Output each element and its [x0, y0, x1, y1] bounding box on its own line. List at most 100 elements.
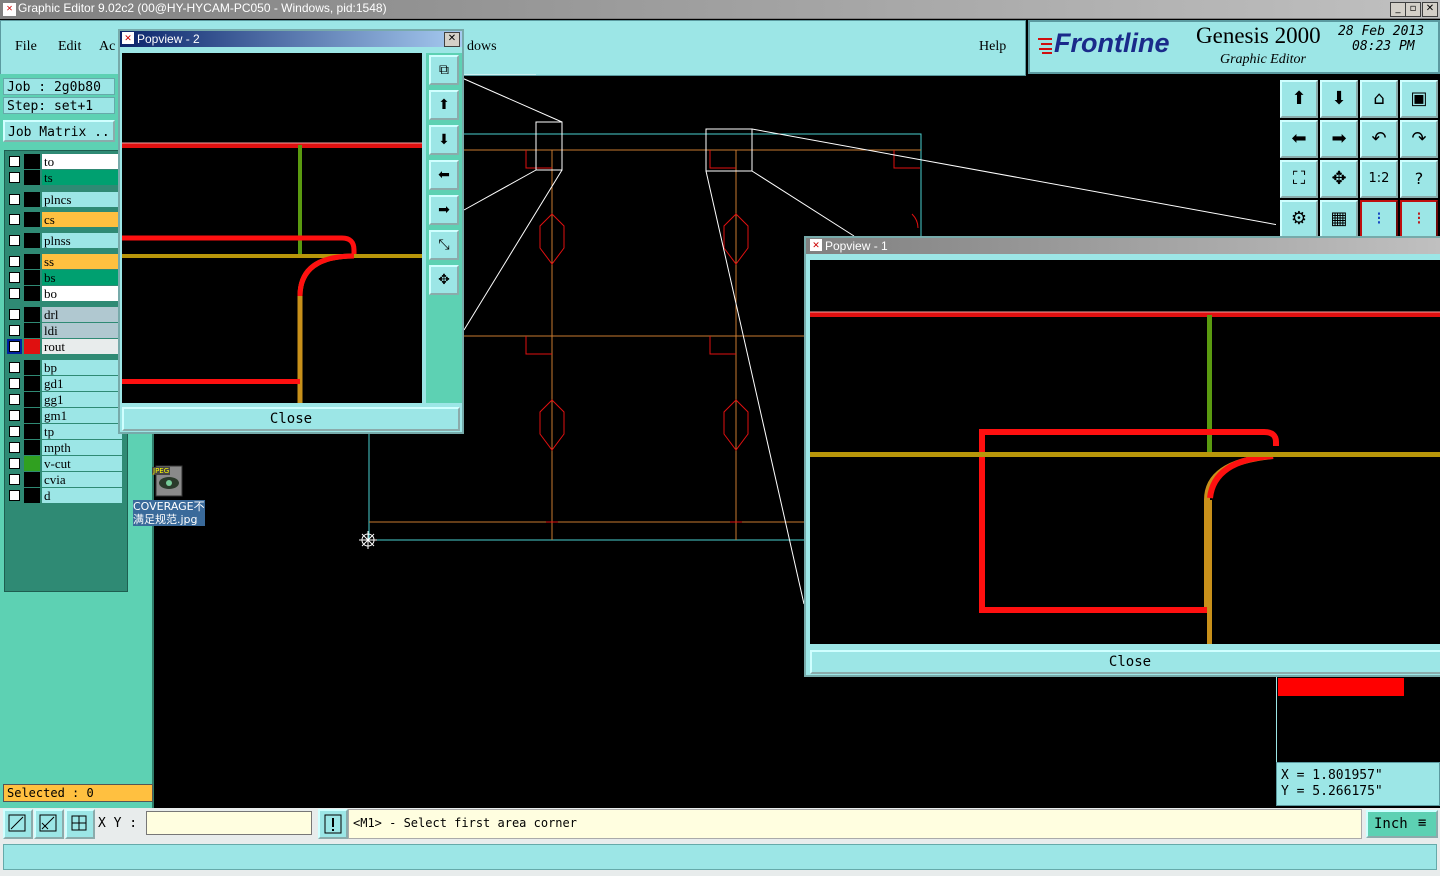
pan-up-button[interactable]: ⬆ — [1280, 80, 1318, 118]
popview-2-pan-right-button[interactable]: ➡ — [429, 195, 459, 225]
layer-affected-indicator[interactable] — [24, 392, 40, 407]
layer-name[interactable]: tp — [42, 424, 122, 439]
popview-1-close-button[interactable]: Close — [810, 650, 1440, 674]
popview-1-titlebar[interactable]: ✕ Popview - 1 — [806, 238, 1440, 254]
home-button[interactable]: ⌂ — [1360, 80, 1398, 118]
measure-button[interactable]: ⚙ — [1280, 200, 1318, 238]
redo-button[interactable]: ↷ — [1400, 120, 1438, 158]
zoom-fit-button[interactable]: ⛶ — [1280, 160, 1318, 198]
layer-row-ss[interactable]: ss — [6, 254, 124, 269]
layer-checkbox[interactable] — [9, 394, 20, 405]
menu-edit[interactable]: Edit — [58, 39, 81, 55]
layer-affected-indicator[interactable] — [24, 360, 40, 375]
layer-affected-indicator[interactable] — [24, 376, 40, 391]
layer-name[interactable]: ldi — [42, 323, 122, 338]
layer-name[interactable]: mpth — [42, 440, 122, 455]
pan-down-button[interactable]: ⬇ — [1320, 80, 1358, 118]
layer-name[interactable]: ss — [42, 254, 122, 269]
zoom-center-button[interactable]: ✥ — [1320, 160, 1358, 198]
layer-name[interactable]: cvia — [42, 472, 122, 487]
layer-checkbox[interactable] — [9, 235, 20, 246]
popview-2-pan-down-button[interactable]: ⬇ — [429, 125, 459, 155]
layer-affected-indicator[interactable] — [24, 286, 40, 301]
layer-affected-indicator[interactable] — [24, 307, 40, 322]
snap-off-button[interactable]: ⁝ — [1400, 200, 1438, 238]
layer-row-cs[interactable]: cs — [6, 212, 124, 227]
menu-help[interactable]: Help — [979, 39, 1006, 55]
layer-name[interactable]: rout — [42, 339, 122, 354]
popview-2-close-button[interactable]: Close — [122, 407, 460, 431]
units-selector[interactable]: Inch ≡ — [1366, 810, 1438, 838]
window-button[interactable]: ▣ — [1400, 80, 1438, 118]
close-window-button[interactable]: ✕ — [1422, 2, 1438, 17]
measure-tool-button[interactable] — [34, 809, 64, 839]
layer-name[interactable]: plnss — [42, 233, 122, 248]
layer-name[interactable]: cs — [42, 212, 122, 227]
popview-2-zoom-out-button[interactable]: ✥ — [429, 265, 459, 295]
popview-1-canvas[interactable] — [810, 260, 1440, 644]
layer-affected-indicator[interactable] — [24, 408, 40, 423]
layer-affected-indicator[interactable] — [24, 424, 40, 439]
layer-row-bs[interactable]: bs — [6, 270, 124, 285]
pan-right-button[interactable]: ➡ — [1320, 120, 1358, 158]
layer-affected-indicator[interactable] — [24, 212, 40, 227]
layer-affected-indicator[interactable] — [24, 440, 40, 455]
layer-row-tp[interactable]: tp — [6, 424, 124, 439]
layer-checkbox[interactable] — [9, 410, 20, 421]
layer-row-d[interactable]: d — [6, 488, 124, 503]
layer-name[interactable]: to — [42, 154, 122, 169]
layer-affected-indicator[interactable] — [24, 154, 40, 169]
layer-name[interactable]: drl — [42, 307, 122, 322]
zoom-1to2-button[interactable]: 1:2 — [1360, 160, 1398, 198]
xy-input[interactable] — [146, 811, 312, 835]
layer-affected-indicator[interactable] — [24, 339, 40, 354]
menu-actions[interactable]: Ac — [99, 39, 115, 55]
grid-button[interactable]: ▦ — [1320, 200, 1358, 238]
layer-name[interactable]: d — [42, 488, 122, 503]
popview-2-zoom-in-button[interactable]: ⤡ — [429, 230, 459, 260]
layer-row-plnss[interactable]: plnss — [6, 233, 124, 248]
help-button[interactable]: ? — [1400, 160, 1438, 198]
layer-affected-indicator[interactable] — [24, 170, 40, 185]
layer-row-v-cut[interactable]: v-cut — [6, 456, 124, 471]
layer-checkbox[interactable] — [9, 256, 20, 267]
layer-checkbox[interactable] — [9, 474, 20, 485]
layer-row-drl[interactable]: drl — [6, 307, 124, 322]
minimize-button[interactable]: _ — [1390, 2, 1406, 17]
layer-row-to[interactable]: to — [6, 154, 124, 169]
layer-checkbox[interactable] — [9, 156, 20, 167]
layer-checkbox[interactable] — [9, 288, 20, 299]
layer-checkbox[interactable] — [9, 458, 20, 469]
layer-checkbox[interactable] — [9, 194, 20, 205]
layer-name[interactable]: v-cut — [42, 456, 122, 471]
layer-name[interactable]: ts — [42, 170, 122, 185]
layer-affected-indicator[interactable] — [24, 456, 40, 471]
layer-checkbox[interactable] — [9, 214, 20, 225]
menu-windows[interactable]: dows — [467, 39, 497, 55]
layer-checkbox[interactable] — [7, 339, 22, 354]
layer-checkbox[interactable] — [9, 378, 20, 389]
popview-2-pan-left-button[interactable]: ⬅ — [429, 160, 459, 190]
layer-checkbox[interactable] — [9, 490, 20, 501]
layer-checkbox[interactable] — [9, 172, 20, 183]
layer-row-bp[interactable]: bp — [6, 360, 124, 375]
pan-left-button[interactable]: ⬅ — [1280, 120, 1318, 158]
popview-2-pan-up-button[interactable]: ⬆ — [429, 90, 459, 120]
popview-2-titlebar[interactable]: ✕ Popview - 2 ✕ — [120, 31, 462, 47]
layer-affected-indicator[interactable] — [24, 270, 40, 285]
select-tool-button[interactable] — [3, 809, 33, 839]
layer-name[interactable]: gd1 — [42, 376, 122, 391]
job-matrix-button[interactable]: Job Matrix .. — [3, 120, 115, 142]
layer-checkbox[interactable] — [9, 442, 20, 453]
maximize-button[interactable]: ▫ — [1405, 2, 1421, 17]
layer-affected-indicator[interactable] — [24, 192, 40, 207]
layer-name[interactable]: bo — [42, 286, 122, 301]
layer-name[interactable]: gg1 — [42, 392, 122, 407]
layer-checkbox[interactable] — [9, 309, 20, 320]
layer-affected-indicator[interactable] — [24, 254, 40, 269]
layer-row-ldi[interactable]: ldi — [6, 323, 124, 338]
execute-button[interactable] — [318, 809, 348, 839]
layer-name[interactable]: plncs — [42, 192, 122, 207]
layer-name[interactable]: gm1 — [42, 408, 122, 423]
popview-2-close-icon[interactable]: ✕ — [444, 32, 460, 47]
